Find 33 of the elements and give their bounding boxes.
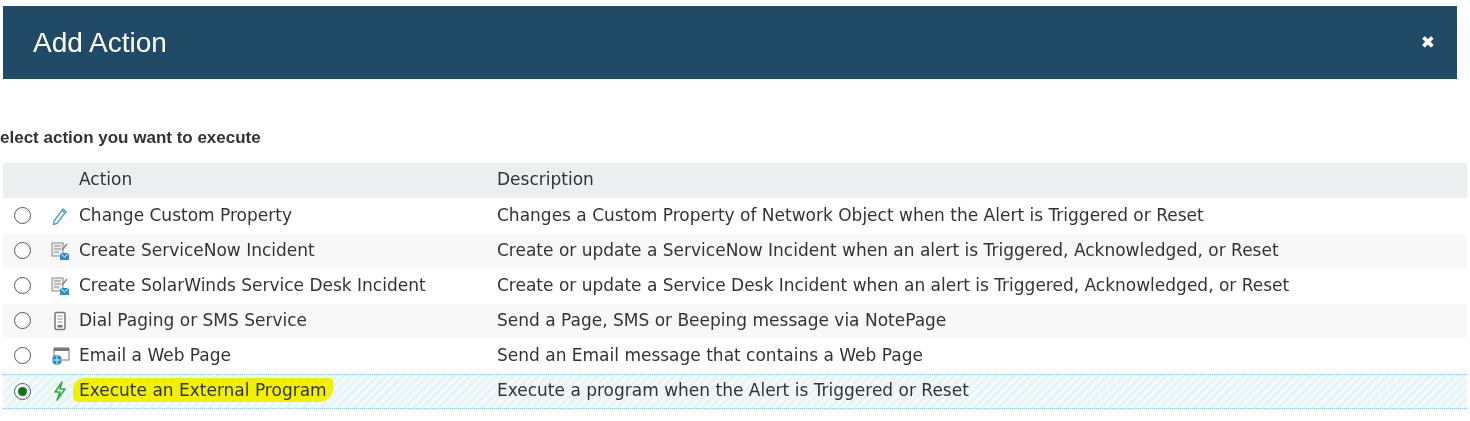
action-name: Dial Paging or SMS Service	[79, 309, 308, 330]
table-row[interactable]: Create ServiceNow Incident Create or update a ServiceNow Incident when an alert is Triggered, Acknowledged, or Reset	[3, 233, 1467, 269]
column-header: Description	[497, 169, 594, 190]
column-header: Action	[79, 169, 133, 190]
action-description: Changes a Custom Property of Network Object when the Alert is Triggered or Reset	[497, 204, 1204, 225]
radio-button[interactable]	[13, 312, 31, 329]
radio-button[interactable]	[13, 207, 31, 224]
pencil-icon	[50, 205, 70, 226]
action-description: Create or update a Service Desk Incident when an alert is Triggered, Acknowledged, or Reset	[497, 274, 1290, 295]
close-button[interactable]: ✖	[1420, 34, 1435, 51]
table-row[interactable]: Email a Web Page Send an Email message that contains a Web Page	[3, 338, 1467, 374]
selected-row[interactable]: Execute an External Program Execute a program when the Alert is Triggered or Reset	[3, 373, 1467, 409]
action-name: Email a Web Page	[79, 344, 231, 365]
action-name: Execute an External Program	[73, 378, 333, 403]
ticket-icon	[50, 275, 70, 296]
action-description: Create or update a ServiceNow Incident when an alert is Triggered, Acknowledged, or Reset	[497, 239, 1279, 260]
table-row[interactable]: Create SolarWinds Service Desk Incident Create or update a Service Desk Incident when an alert is Triggered, Acknowledged, or Reset	[3, 268, 1467, 304]
action-name: Create ServiceNow Incident	[79, 239, 315, 260]
prompt-label: elect action you want to execute	[0, 127, 262, 149]
table-row[interactable]: Change Custom Property Changes a Custom Property of Network Object when the Alert is Triggered or Reset	[3, 198, 1467, 234]
action-description: Execute a program when the Alert is Triggered or Reset	[497, 380, 969, 401]
web-page-icon	[50, 345, 70, 366]
ticket-icon	[50, 240, 70, 261]
action-description: Send an Email message that contains a Web Page	[497, 344, 923, 365]
action-name: Change Custom Property	[79, 204, 292, 225]
table-row[interactable]: Dial Paging or SMS Service Send a Page, SMS or Beeping message via NotePage	[3, 303, 1467, 339]
dialog-title: Add Action	[33, 25, 167, 60]
radio-button[interactable]	[13, 382, 31, 400]
radio-button[interactable]	[13, 242, 31, 259]
action-name: Create SolarWinds Service Desk Incident	[79, 274, 426, 295]
radio-button[interactable]	[13, 277, 31, 294]
action-description: Send a Page, SMS or Beeping message via NotePage	[497, 309, 947, 330]
radio-button[interactable]	[13, 347, 31, 364]
